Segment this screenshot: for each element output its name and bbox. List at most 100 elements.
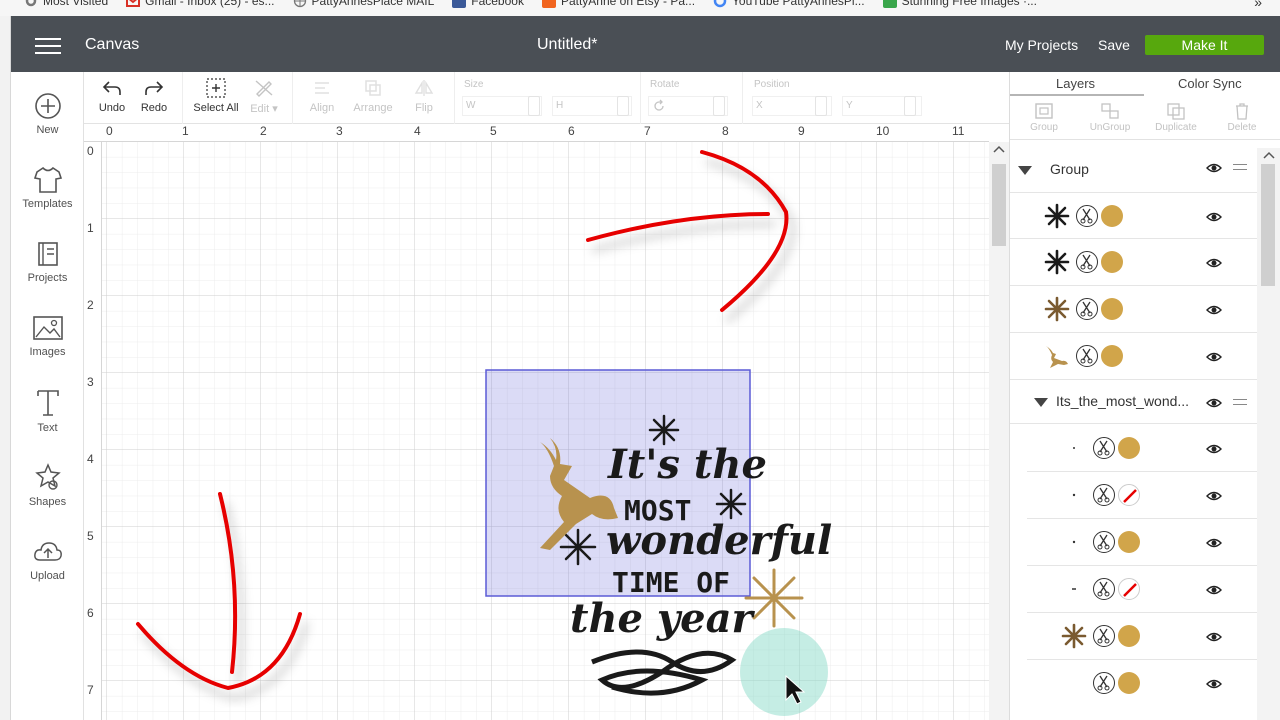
- bookmark-etsy[interactable]: PattyAnne on Etsy - Pa...: [541, 0, 696, 8]
- eye-icon[interactable]: [1206, 631, 1222, 643]
- ungroup-button[interactable]: UnGroup: [1080, 102, 1140, 133]
- design-canvas[interactable]: It's the MOST wonderful TIME OF the year: [102, 142, 989, 720]
- basic-cut-icon[interactable]: [1076, 251, 1098, 273]
- layer-group-row[interactable]: Group: [1010, 148, 1257, 192]
- caret-down-icon[interactable]: [1034, 398, 1048, 407]
- basic-cut-icon[interactable]: [1093, 484, 1115, 506]
- eye-icon[interactable]: [1206, 257, 1222, 269]
- group-label: Group: [1030, 122, 1058, 133]
- eye-icon[interactable]: [1206, 490, 1222, 502]
- my-projects-link[interactable]: My Projects: [1005, 37, 1078, 53]
- layer-color-swatch[interactable]: [1118, 531, 1140, 553]
- height-stepper[interactable]: [617, 96, 629, 116]
- basic-cut-icon[interactable]: [1093, 625, 1115, 647]
- basic-cut-icon[interactable]: [1093, 437, 1115, 459]
- layer-row[interactable]: [1027, 425, 1257, 472]
- no-color-swatch[interactable]: [1118, 484, 1140, 506]
- layer-color-swatch[interactable]: [1101, 345, 1123, 367]
- eye-icon[interactable]: [1206, 678, 1222, 690]
- bookmark-youtube[interactable]: YouTube PattyAnnesPl...: [713, 0, 865, 8]
- hamburger-menu-icon[interactable]: [35, 38, 61, 54]
- vertical-ruler: 0 1 2 3 4 5 6 7: [84, 142, 102, 720]
- basic-cut-icon[interactable]: [1076, 205, 1098, 227]
- basic-cut-icon[interactable]: [1093, 531, 1115, 553]
- tab-layers[interactable]: Layers: [1056, 76, 1095, 91]
- layer-row[interactable]: [1010, 333, 1257, 380]
- snowflake-icon: [1044, 296, 1070, 322]
- bookmark-gmail[interactable]: Gmail - Inbox (25) - es...: [126, 0, 275, 8]
- save-button[interactable]: Save: [1098, 37, 1130, 53]
- eye-icon[interactable]: [1206, 397, 1222, 409]
- layer-color-swatch[interactable]: [1118, 625, 1140, 647]
- make-it-button[interactable]: Make It: [1145, 35, 1264, 55]
- tab-color-sync[interactable]: Color Sync: [1178, 76, 1242, 91]
- layer-color-swatch[interactable]: [1118, 437, 1140, 459]
- basic-cut-icon[interactable]: [1093, 578, 1115, 600]
- group-button[interactable]: Group: [1014, 102, 1074, 133]
- arrange-button[interactable]: Arrange: [348, 78, 398, 114]
- bookmarks-more-button[interactable]: »: [1254, 0, 1262, 10]
- bookmark-label: PattyAnne on Etsy - Pa...: [560, 0, 696, 8]
- layer-color-swatch[interactable]: [1118, 672, 1140, 694]
- sidebar-item-projects[interactable]: Projects: [11, 240, 84, 284]
- sidebar-item-label: Templates: [22, 198, 73, 210]
- layers-scrollbar[interactable]: [1257, 148, 1280, 720]
- redo-button[interactable]: Redo: [140, 78, 168, 114]
- document-title[interactable]: Untitled*: [537, 36, 597, 54]
- layer-row[interactable]: [1010, 239, 1257, 286]
- sidebar-item-shapes[interactable]: Shapes: [11, 462, 84, 508]
- eye-icon[interactable]: [1206, 584, 1222, 596]
- basic-cut-icon[interactable]: [1076, 298, 1098, 320]
- basic-cut-icon[interactable]: [1076, 345, 1098, 367]
- layer-row[interactable]: [1010, 286, 1257, 333]
- canvas-vertical-scrollbar[interactable]: [989, 142, 1009, 720]
- eye-icon[interactable]: [1206, 443, 1222, 455]
- layer-row[interactable]: [1027, 519, 1257, 566]
- scroll-up-icon[interactable]: [1257, 148, 1280, 162]
- bookmark-pattyannesplace[interactable]: PattyAnnesPlace MAIL: [293, 0, 434, 8]
- flip-button[interactable]: Flip: [406, 78, 442, 114]
- layer-subgroup-row[interactable]: Its_the_most_wond...: [1010, 380, 1257, 424]
- bookmark-facebook[interactable]: Facebook: [452, 0, 524, 8]
- scrollbar-thumb[interactable]: [992, 164, 1006, 246]
- sidebar-item-templates[interactable]: Templates: [11, 166, 84, 210]
- drag-handle-icon[interactable]: [1233, 399, 1247, 405]
- layer-row[interactable]: [1027, 566, 1257, 613]
- snowflake-icon: [648, 414, 680, 446]
- sidebar-item-new[interactable]: New: [11, 92, 84, 136]
- layer-row[interactable]: [1027, 472, 1257, 519]
- bookmark-stunning-images[interactable]: Stunning Free Images ·...: [882, 0, 1037, 8]
- sidebar-item-text[interactable]: Text: [11, 388, 84, 434]
- layer-color-swatch[interactable]: [1101, 251, 1123, 273]
- layer-color-swatch[interactable]: [1101, 205, 1123, 227]
- no-color-swatch[interactable]: [1118, 578, 1140, 600]
- delete-button[interactable]: Delete: [1212, 102, 1272, 133]
- width-stepper[interactable]: [528, 96, 540, 116]
- edit-button[interactable]: Edit ▾: [246, 78, 282, 115]
- rotate-stepper[interactable]: [713, 96, 725, 116]
- sidebar-item-upload[interactable]: Upload: [11, 538, 84, 582]
- eye-icon[interactable]: [1206, 304, 1222, 316]
- scroll-up-icon[interactable]: [989, 142, 1009, 156]
- drag-handle-icon[interactable]: [1233, 164, 1247, 170]
- bookmark-most-visited[interactable]: Most Visited: [24, 0, 108, 8]
- position-x-stepper[interactable]: [815, 96, 827, 116]
- layer-row[interactable]: [1027, 660, 1257, 707]
- align-button[interactable]: Align: [302, 78, 342, 114]
- layer-color-swatch[interactable]: [1101, 298, 1123, 320]
- layer-row[interactable]: [1027, 613, 1257, 660]
- caret-down-icon[interactable]: [1018, 166, 1032, 175]
- undo-button[interactable]: Undo: [98, 78, 126, 114]
- eye-icon[interactable]: [1206, 351, 1222, 363]
- eye-icon[interactable]: [1206, 537, 1222, 549]
- basic-cut-icon[interactable]: [1093, 672, 1115, 694]
- sidebar-item-images[interactable]: Images: [11, 314, 84, 358]
- select-all-button[interactable]: Select All: [192, 78, 240, 114]
- eye-icon[interactable]: [1206, 211, 1222, 223]
- position-y-stepper[interactable]: [904, 96, 916, 116]
- layer-row[interactable]: [1010, 192, 1257, 239]
- duplicate-button[interactable]: Duplicate: [1146, 102, 1206, 133]
- eye-icon[interactable]: [1206, 162, 1222, 174]
- scrollbar-thumb[interactable]: [1261, 164, 1275, 286]
- ruler-tick: 11: [952, 124, 965, 138]
